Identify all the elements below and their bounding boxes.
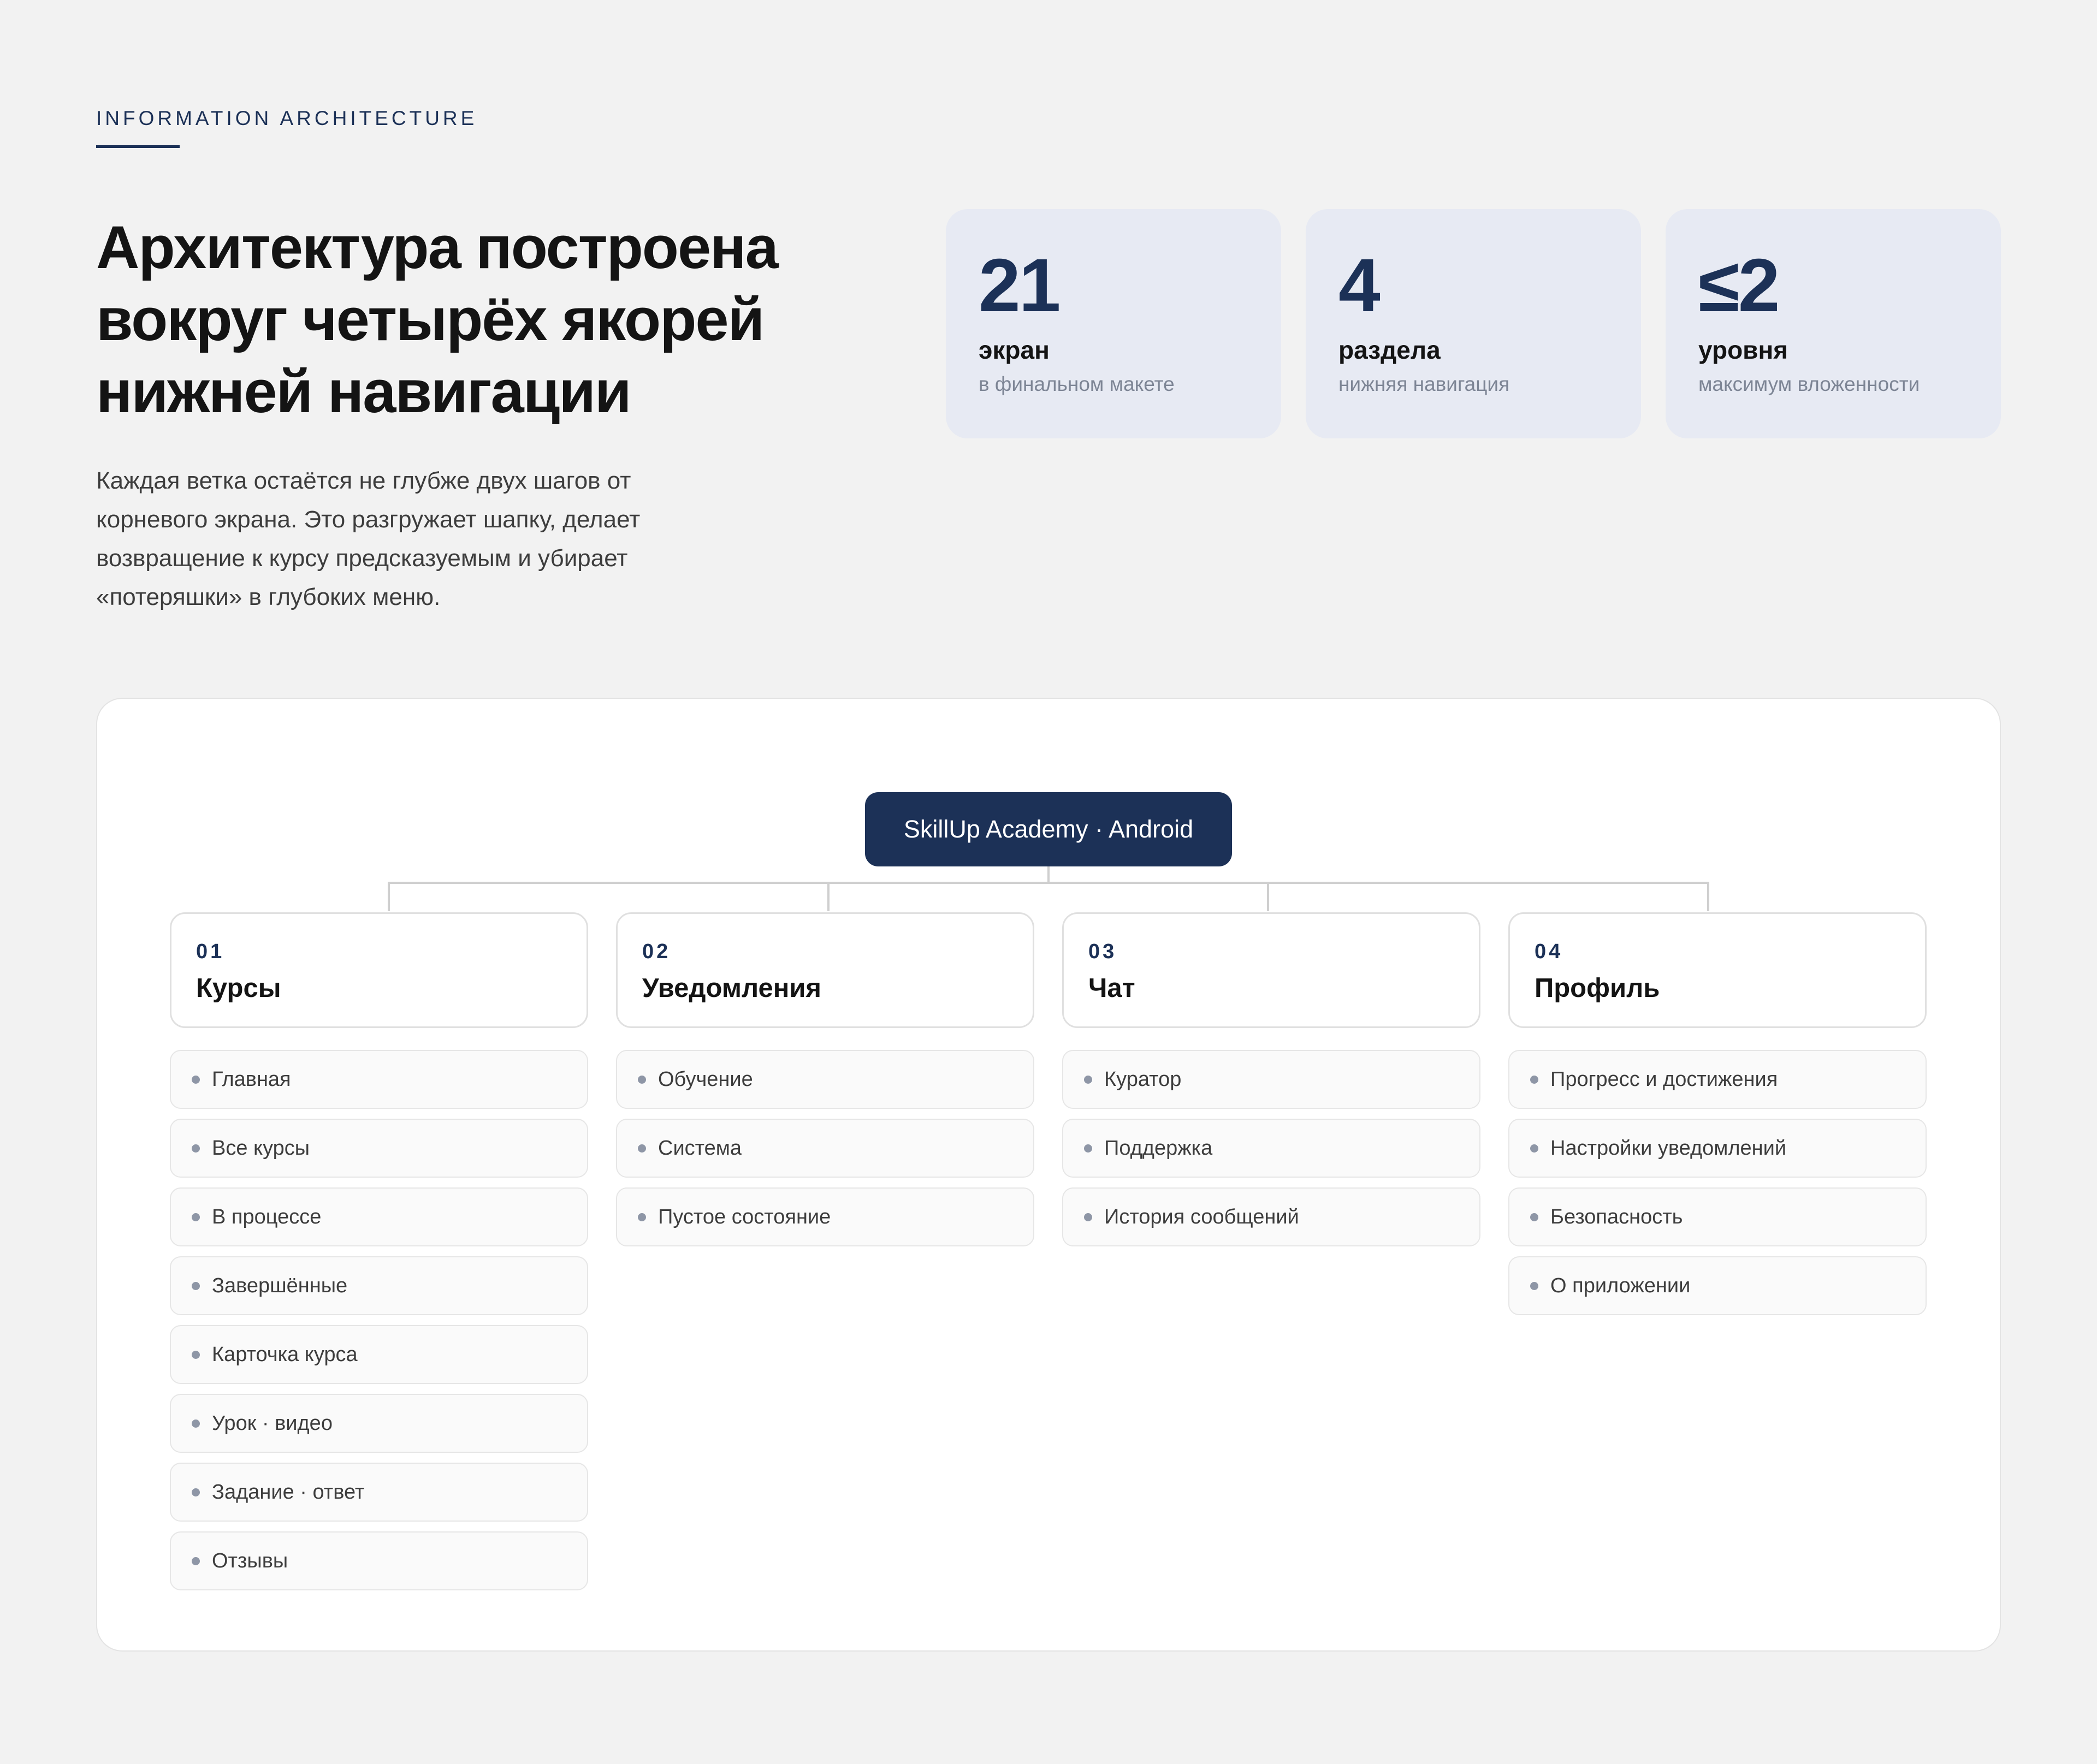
section-title: Уведомления <box>642 973 822 1003</box>
screen-item: Обучение <box>616 1050 1034 1109</box>
screen-item: Урок · видео <box>170 1394 588 1453</box>
section-column-courses: 01 Курсы Главная Все курсы В процессе За… <box>170 912 588 1600</box>
bullet-icon <box>192 1213 200 1221</box>
screen-item: Куратор <box>1062 1050 1480 1109</box>
screen-item: Система <box>616 1119 1034 1178</box>
bullet-icon <box>1084 1075 1092 1084</box>
bullet-icon <box>192 1557 200 1565</box>
screen-item: Все курсы <box>170 1119 588 1178</box>
screen-item: Прогресс и достижения <box>1508 1050 1927 1109</box>
screen-item-label: Главная <box>212 1067 291 1091</box>
screen-item-label: Задание · ответ <box>212 1480 365 1504</box>
section-number: 02 <box>642 940 671 963</box>
screen-item-label: История сообщений <box>1104 1205 1299 1228</box>
screen-item: Главная <box>170 1050 588 1109</box>
bullet-icon <box>638 1144 646 1153</box>
screen-item-label: Обучение <box>658 1067 753 1091</box>
screen-item-label: Прогресс и достижения <box>1550 1067 1778 1091</box>
bullet-icon <box>192 1350 200 1359</box>
bullet-icon <box>1530 1144 1538 1153</box>
bullet-icon <box>1084 1213 1092 1221</box>
screen-item-label: Куратор <box>1104 1067 1182 1091</box>
screen-item: Безопасность <box>1508 1187 1927 1246</box>
screen-item: Отзывы <box>170 1531 588 1590</box>
screen-item-label: Пустое состояние <box>658 1205 831 1228</box>
section-number: 04 <box>1535 940 1563 963</box>
screen-item-label: Карточка курса <box>212 1343 358 1366</box>
screen-item-label: О приложении <box>1550 1274 1691 1297</box>
screen-item-label: Настройки уведомлений <box>1550 1136 1787 1160</box>
bullet-icon <box>638 1075 646 1084</box>
section-title: Курсы <box>196 973 281 1003</box>
screen-item: Задание · ответ <box>170 1463 588 1522</box>
bullet-icon <box>1530 1281 1538 1290</box>
screen-item-label: Поддержка <box>1104 1136 1213 1160</box>
section-header: 02 Уведомления <box>616 912 1034 1028</box>
screen-item: Карточка курса <box>170 1325 588 1384</box>
screen-item: О приложении <box>1508 1256 1927 1315</box>
bullet-icon <box>192 1144 200 1153</box>
bullet-icon <box>638 1213 646 1221</box>
screen-item-label: Отзывы <box>212 1549 288 1572</box>
bullet-icon <box>1530 1213 1538 1221</box>
bullet-icon <box>1084 1144 1092 1153</box>
screen-item: Поддержка <box>1062 1119 1480 1178</box>
section-column-chat: 03 Чат Куратор Поддержка История сообщен… <box>1062 912 1480 1256</box>
screen-item: Настройки уведомлений <box>1508 1119 1927 1178</box>
screen-item: В процессе <box>170 1187 588 1246</box>
section-column-profile: 04 Профиль Прогресс и достижения Настрой… <box>1508 912 1927 1325</box>
screen-item: Завершённые <box>170 1256 588 1315</box>
section-column-notifications: 02 Уведомления Обучение Система Пустое с… <box>616 912 1034 1256</box>
bullet-icon <box>192 1419 200 1428</box>
section-header: 03 Чат <box>1062 912 1480 1028</box>
bullet-icon <box>1530 1075 1538 1084</box>
section-number: 01 <box>196 940 225 963</box>
bullet-icon <box>192 1281 200 1290</box>
screen-item-label: Урок · видео <box>212 1411 333 1435</box>
root-node: SkillUp Academy · Android <box>865 792 1232 866</box>
screen-item-label: В процессе <box>212 1205 322 1228</box>
screen-item: Пустое состояние <box>616 1187 1034 1246</box>
section-title: Профиль <box>1535 973 1660 1003</box>
screen-item-label: Завершённые <box>212 1274 348 1297</box>
section-header: 04 Профиль <box>1508 912 1927 1028</box>
section-title: Чат <box>1088 973 1135 1003</box>
section-header: 01 Курсы <box>170 912 588 1028</box>
section-number: 03 <box>1088 940 1117 963</box>
screen-item-label: Безопасность <box>1550 1205 1683 1228</box>
screen-item-label: Система <box>658 1136 742 1160</box>
bullet-icon <box>192 1488 200 1496</box>
screen-item: История сообщений <box>1062 1187 1480 1246</box>
screen-item-label: Все курсы <box>212 1136 310 1160</box>
bullet-icon <box>192 1075 200 1084</box>
